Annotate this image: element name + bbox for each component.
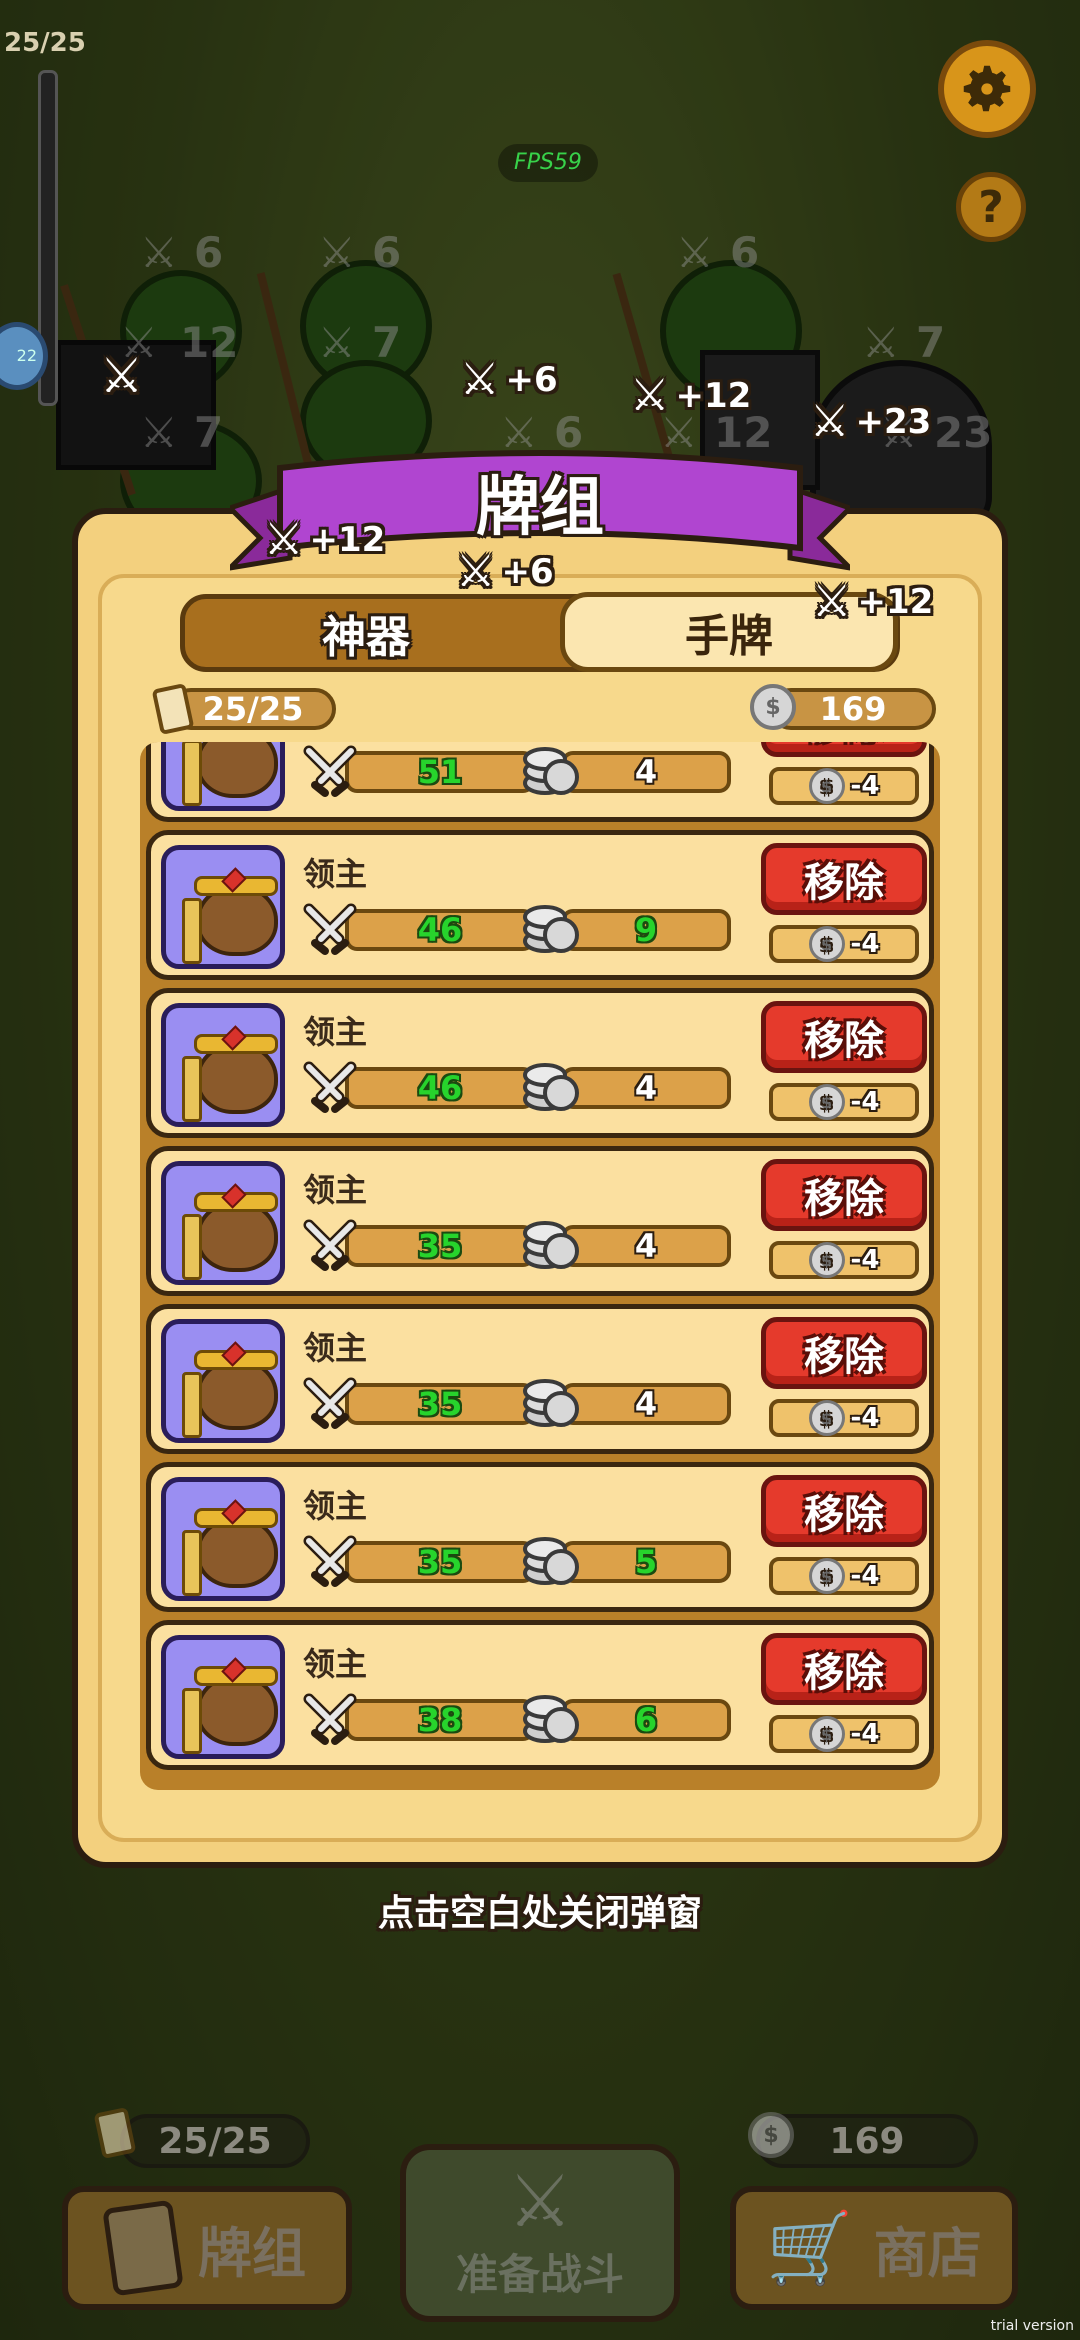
damage-popup: ⚔ +23 — [810, 396, 932, 447]
crossed-swords-icon — [303, 903, 357, 955]
card-row: 领主 35 4 移除 $ -4 — [146, 1304, 934, 1454]
attack-value: 46 — [345, 1067, 535, 1109]
refund-cost: $ -4 — [769, 925, 919, 963]
attack-value: 51 — [345, 751, 535, 793]
crossed-swords-icon — [303, 1219, 357, 1271]
crossed-swords-icon — [303, 1535, 357, 1587]
attack-value: 46 — [345, 909, 535, 951]
coin-stack-icon — [523, 1379, 579, 1427]
cost-value: 9 — [561, 909, 731, 951]
cost-value: 4 — [561, 1067, 731, 1109]
close-hint[interactable]: 点击空白处关闭弹窗 — [0, 1884, 1080, 1936]
cost-value: 6 — [561, 1699, 731, 1741]
refund-cost: $ -4 — [769, 1557, 919, 1595]
remove-button[interactable]: 移除 — [761, 1633, 927, 1705]
lord-avatar — [161, 845, 285, 969]
card-row: 领主 46 9 移除 $ -4 — [146, 830, 934, 980]
refund-cost: $ -4 — [769, 767, 919, 805]
remove-button[interactable]: 移除 — [761, 843, 927, 915]
gear-icon — [963, 65, 1011, 112]
cards-icon — [102, 2199, 184, 2297]
watermark: trial version — [990, 2318, 1074, 2334]
top-counter: 25/25 — [4, 28, 86, 58]
lord-avatar — [161, 1477, 285, 1601]
coin-icon: $ — [748, 2112, 794, 2158]
coin-stack-icon — [523, 747, 579, 795]
refund-cost: $ -4 — [769, 1083, 919, 1121]
lord-avatar — [161, 1161, 285, 1285]
refund-cost: $ -4 — [769, 1241, 919, 1279]
coin-icon: $ — [808, 1716, 845, 1752]
lord-avatar — [161, 1635, 285, 1759]
card-name: 领主 — [303, 1487, 368, 1525]
settings-button[interactable] — [938, 40, 1036, 138]
bottom-deck-count: 25/25 — [120, 2114, 310, 2168]
cost-value: 4 — [561, 751, 731, 793]
card-row: 领主 35 5 移除 $ -4 — [146, 1462, 934, 1612]
cost-value: 5 — [561, 1541, 731, 1583]
crossed-swords-icon — [303, 1061, 357, 1113]
attack-value: 38 — [345, 1699, 535, 1741]
deck-count: 25/25 — [170, 688, 336, 730]
lord-avatar — [161, 1003, 285, 1127]
cost-value: 4 — [561, 1225, 731, 1267]
damage-popup: ⚔ +6 — [456, 546, 554, 597]
crossed-swords-icon — [303, 745, 357, 797]
card-name: 领主 — [303, 1171, 368, 1209]
coin-icon: $ — [750, 684, 796, 730]
remove-button[interactable]: 移除 — [761, 1159, 927, 1231]
lord-avatar — [161, 1319, 285, 1443]
damage-popup: ⚔ +12 — [630, 370, 752, 421]
coin-stack-icon — [523, 1063, 579, 1111]
tab-artifacts[interactable]: 神器 — [186, 600, 546, 666]
coin-icon: $ — [808, 1400, 845, 1436]
cart-icon: 🛒 — [766, 2206, 854, 2289]
attack-value: 35 — [345, 1541, 535, 1583]
coin-stack-icon — [523, 1221, 579, 1269]
cost-value: 4 — [561, 1383, 731, 1425]
crossed-swords-icon — [303, 1693, 357, 1745]
card-name: 领主 — [303, 1013, 368, 1051]
card-row: 领主 35 4 移除 $ -4 — [146, 1146, 934, 1296]
card-list[interactable]: 领主 51 4 移除 $ -4 领主 46 — [140, 742, 940, 1790]
remove-button[interactable]: 移除 — [761, 1001, 927, 1073]
panel-title: 牌组 — [476, 471, 604, 545]
coin-stack-icon — [523, 1537, 579, 1585]
coin-icon: $ — [808, 1558, 845, 1594]
card-row: 领主 51 4 移除 $ -4 — [146, 742, 934, 822]
crossed-swords-icon — [303, 1377, 357, 1429]
attack-value: 35 — [345, 1383, 535, 1425]
shop-button[interactable]: 🛒 商店 — [730, 2186, 1018, 2310]
coin-stack-icon — [523, 1695, 579, 1743]
damage-popup: ⚔ — [100, 348, 144, 404]
card-name: 领主 — [303, 855, 368, 893]
coin-icon: $ — [808, 926, 845, 962]
coin-icon: $ — [808, 768, 845, 804]
crossed-swords-icon: ⚔ — [507, 2158, 573, 2243]
coin-stack-icon — [523, 905, 579, 953]
damage-popup: ⚔ +6 — [460, 354, 558, 405]
damage-popup: ⚔ +12 — [812, 576, 934, 627]
prepare-battle-button[interactable]: ⚔ 准备战斗 — [400, 2144, 680, 2322]
damage-popup: ⚔ +12 — [264, 514, 386, 565]
deck-button[interactable]: 牌组 — [62, 2186, 352, 2310]
remove-button[interactable]: 移除 — [761, 1317, 927, 1389]
coin-icon: $ — [808, 1084, 845, 1120]
remove-button[interactable]: 移除 — [761, 1475, 927, 1547]
refund-cost: $ -4 — [769, 1715, 919, 1753]
card-name: 领主 — [303, 1645, 368, 1683]
card-name: 领主 — [303, 1329, 368, 1367]
card-row: 领主 46 4 移除 $ -4 — [146, 988, 934, 1138]
fps-counter: FPS59 — [498, 144, 598, 182]
remove-button[interactable]: 移除 — [761, 742, 927, 757]
card-row: 领主 38 6 移除 $ -4 — [146, 1620, 934, 1770]
attack-value: 35 — [345, 1225, 535, 1267]
refund-cost: $ -4 — [769, 1399, 919, 1437]
coin-icon: $ — [808, 1242, 845, 1278]
lord-avatar — [161, 742, 285, 811]
help-button[interactable]: ? — [956, 172, 1026, 242]
